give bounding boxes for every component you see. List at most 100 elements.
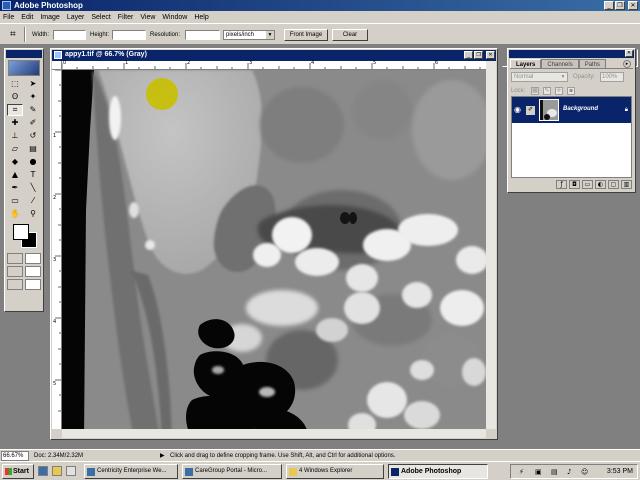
- palette-close-button[interactable]: ✕: [625, 50, 633, 57]
- start-button[interactable]: Start: [2, 464, 34, 479]
- status-menu-arrow-icon[interactable]: ▶: [160, 452, 165, 459]
- close-button[interactable]: ✕: [628, 1, 638, 10]
- magic-wand-tool-icon[interactable]: ✦: [25, 91, 41, 103]
- foreground-color-swatch[interactable]: [13, 224, 29, 240]
- display-icon[interactable]: ▤: [551, 468, 558, 476]
- crop-tool-icon[interactable]: ⌗: [7, 104, 23, 116]
- notes-tool-icon[interactable]: ▭: [7, 195, 23, 207]
- eye-icon[interactable]: ◉: [514, 106, 521, 114]
- pen-tool-icon[interactable]: ✒: [7, 182, 23, 194]
- document-titlebar[interactable]: appy1.tif @ 66.7% (Gray) _ ❐ ✕: [52, 50, 496, 61]
- menu-window[interactable]: Window: [162, 14, 187, 21]
- menu-layer[interactable]: Layer: [67, 14, 85, 21]
- messenger-icon[interactable]: ☺: [581, 468, 588, 476]
- shape-tool-icon[interactable]: ╲: [25, 182, 41, 194]
- document-size-info[interactable]: Doc: 2.34M/2.32M: [34, 453, 83, 459]
- taskbar-item-centricity[interactable]: Centricity Enterprise We...: [84, 464, 178, 479]
- network-icon[interactable]: ⚡: [519, 468, 524, 476]
- menu-help[interactable]: Help: [194, 14, 208, 21]
- crop-preset-icon[interactable]: ⌗: [10, 30, 16, 40]
- toolbox-titlebar[interactable]: [6, 50, 42, 58]
- photoshop-app-icon[interactable]: [2, 1, 11, 10]
- taskbar-item-caregroup[interactable]: CareGroup Portal - Micro...: [182, 464, 282, 479]
- taskbar-item-photoshop[interactable]: Adobe Photoshop: [388, 464, 488, 479]
- slice-tool-icon[interactable]: ✎: [25, 104, 41, 116]
- layer-row-background[interactable]: ◉ ✐ Background 🔒︎: [512, 97, 631, 123]
- lock-all-button[interactable]: ▪: [567, 87, 575, 95]
- hand-tool-icon[interactable]: ✋: [7, 208, 23, 220]
- screen-mode-fullscreen-button[interactable]: [7, 279, 23, 290]
- marquee-tool-icon[interactable]: ⬚: [7, 78, 23, 90]
- eyedropper-tool-icon[interactable]: ⁄: [25, 195, 41, 207]
- explorer-quicklaunch-icon[interactable]: [52, 466, 62, 476]
- gradient-tool-icon[interactable]: ▤: [25, 143, 41, 155]
- standard-mode-button[interactable]: [7, 253, 23, 264]
- menu-filter[interactable]: Filter: [118, 14, 134, 21]
- antivirus-icon[interactable]: ▣: [535, 468, 542, 476]
- layer-style-icon[interactable]: ƒ: [556, 180, 567, 189]
- lock-position-button[interactable]: ✛: [555, 87, 563, 95]
- horizontal-scrollbar[interactable]: [62, 429, 486, 438]
- blur-tool-icon[interactable]: ◆: [7, 156, 23, 168]
- outlook-quicklaunch-icon[interactable]: [66, 466, 76, 476]
- menu-view[interactable]: View: [140, 14, 155, 21]
- menu-select[interactable]: Select: [91, 14, 110, 21]
- adjustment-layer-icon[interactable]: ◐: [595, 180, 606, 189]
- blend-mode-select[interactable]: Normal ▼: [511, 72, 568, 82]
- layers-palette-titlebar[interactable]: ✕: [509, 50, 634, 58]
- vertical-scrollbar[interactable]: [486, 61, 496, 429]
- tab-layers[interactable]: Layers: [510, 59, 542, 68]
- tab-channels[interactable]: Channels: [541, 59, 579, 68]
- lock-image-button[interactable]: ✎: [543, 87, 551, 95]
- dodge-tool-icon[interactable]: ●: [25, 156, 41, 168]
- vertical-ruler[interactable]: 1 2 3 4 5: [52, 70, 62, 429]
- menu-file[interactable]: File: [3, 14, 14, 21]
- document-minimize-button[interactable]: _: [464, 51, 473, 59]
- adobe-online-logo[interactable]: [8, 60, 40, 76]
- opacity-field[interactable]: 100%: [600, 72, 624, 82]
- clone-stamp-tool-icon[interactable]: ⊥: [7, 130, 23, 142]
- zoom-level-field[interactable]: 66.67%: [1, 451, 29, 461]
- ie-quicklaunch-icon[interactable]: [38, 466, 48, 476]
- height-field[interactable]: [112, 30, 146, 40]
- width-field[interactable]: [53, 30, 86, 40]
- lasso-tool-icon[interactable]: ʘ: [7, 91, 23, 103]
- move-tool-icon[interactable]: ➤: [25, 78, 41, 90]
- lock-transparency-button[interactable]: ▦: [531, 87, 539, 95]
- jump-to-imageready-button[interactable]: [25, 279, 41, 290]
- image-canvas[interactable]: [62, 70, 486, 429]
- taskbar-item-windows-explorer[interactable]: 4 Windows Explorer: [286, 464, 384, 479]
- resolution-unit-select[interactable]: pixels/inch ▼: [223, 30, 275, 40]
- minimize-button[interactable]: _: [604, 1, 614, 10]
- history-brush-tool-icon[interactable]: ↺: [25, 130, 41, 142]
- eraser-tool-icon[interactable]: ▱: [7, 143, 23, 155]
- path-selection-tool-icon[interactable]: ▲: [7, 169, 23, 181]
- new-layer-icon[interactable]: ▢: [608, 180, 619, 189]
- horizontal-ruler[interactable]: 0 1 2 3 4 5 6: [62, 61, 486, 70]
- document-close-button[interactable]: ✕: [486, 51, 495, 59]
- screen-mode-full-button[interactable]: [25, 266, 41, 277]
- resolution-field[interactable]: [185, 30, 220, 40]
- layer-mask-icon[interactable]: ◘: [569, 180, 580, 189]
- volume-icon[interactable]: ♪: [567, 468, 571, 476]
- quick-mask-mode-button[interactable]: [25, 253, 41, 264]
- height-label: Height:: [90, 32, 110, 38]
- taskbar-clock[interactable]: 3:53 PM: [607, 468, 633, 475]
- layer-set-icon[interactable]: ▭: [582, 180, 593, 189]
- palette-menu-arrow-icon[interactable]: ▸: [623, 60, 631, 68]
- ruler-origin[interactable]: [52, 61, 62, 70]
- brush-tool-icon[interactable]: ✐: [25, 117, 41, 129]
- restore-button[interactable]: ❐: [615, 1, 625, 10]
- clear-button[interactable]: Clear: [332, 29, 368, 41]
- menu-edit[interactable]: Edit: [21, 14, 33, 21]
- type-tool-icon[interactable]: T: [25, 169, 41, 181]
- tab-paths[interactable]: Paths: [578, 59, 607, 68]
- screen-mode-standard-button[interactable]: [7, 266, 23, 277]
- trash-icon[interactable]: ▥: [621, 180, 632, 189]
- taskbar-item-label: 4 Windows Explorer: [299, 468, 353, 474]
- menu-image[interactable]: Image: [40, 14, 59, 21]
- front-image-button[interactable]: Front Image: [284, 29, 328, 41]
- zoom-tool-icon[interactable]: ⚲: [25, 208, 41, 220]
- healing-brush-tool-icon[interactable]: ✚: [7, 117, 23, 129]
- document-restore-button[interactable]: ❐: [474, 51, 483, 59]
